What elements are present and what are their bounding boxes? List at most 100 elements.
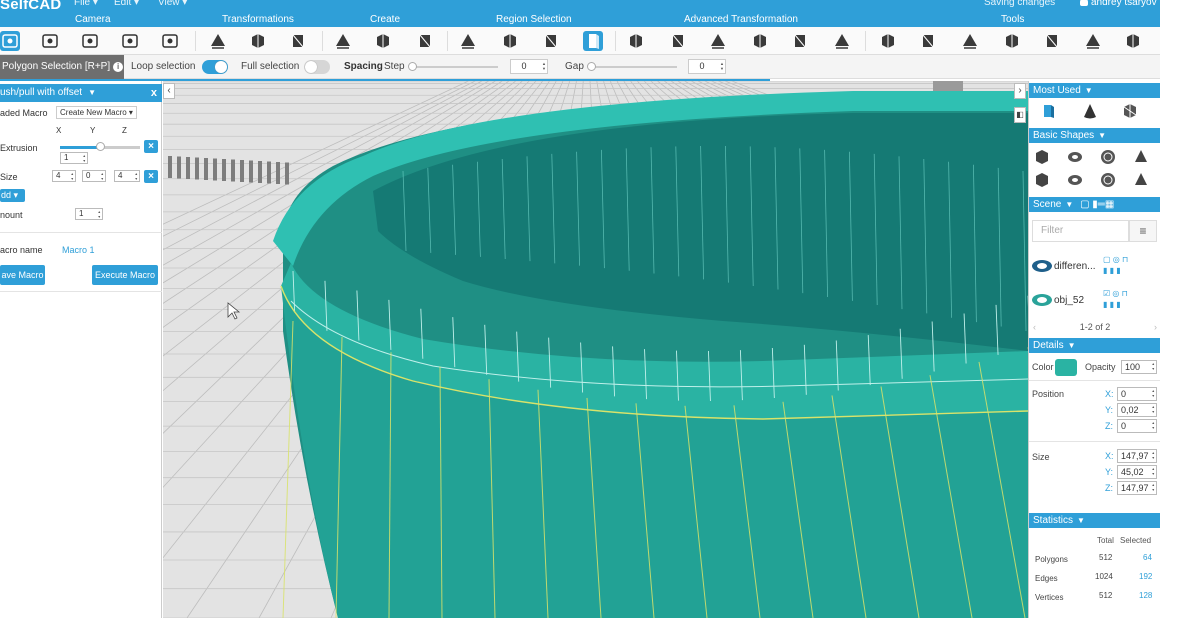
- size-y-input[interactable]: 45,02: [1117, 465, 1157, 479]
- scene-visibility-icon[interactable]: ▢ ▮═▦: [1080, 199, 1114, 210]
- camera-view-icon[interactable]: [160, 31, 180, 51]
- scene-object-row[interactable]: differen... ▢ ◎ ⊓ ▮ ▮ ▮: [1029, 250, 1161, 284]
- tool-simplify-icon[interactable]: [960, 31, 980, 51]
- scene-filter-input[interactable]: Filter: [1032, 220, 1129, 242]
- extrude-icon[interactable]: [626, 31, 646, 51]
- size-y-input[interactable]: 0: [82, 170, 106, 182]
- object-controls[interactable]: ☑ ◎ ⊓ ▮ ▮ ▮: [1103, 288, 1145, 312]
- statistics-header[interactable]: Statistics ▼: [1029, 513, 1161, 528]
- save-macro-button[interactable]: ave Macro: [0, 265, 45, 285]
- object-name[interactable]: obj_52: [1054, 295, 1084, 306]
- position-z-input[interactable]: 0: [1117, 419, 1157, 433]
- polyhedron-shape-icon[interactable]: [1132, 171, 1150, 189]
- filter-icon[interactable]: ≡: [1129, 220, 1157, 242]
- amount-input[interactable]: 1: [75, 208, 103, 220]
- menu-view[interactable]: View ▾: [158, 0, 187, 8]
- torus-shape-icon[interactable]: [1066, 148, 1084, 166]
- bend-icon[interactable]: [708, 31, 728, 51]
- taper-icon[interactable]: [750, 31, 770, 51]
- object-eye-icon[interactable]: [1032, 294, 1052, 306]
- shell-icon[interactable]: [832, 31, 852, 51]
- gap-slider-handle[interactable]: [587, 62, 596, 71]
- object-controls[interactable]: ▢ ◎ ⊓ ▮ ▮ ▮: [1103, 254, 1145, 278]
- bevel-icon[interactable]: [668, 31, 688, 51]
- twist-icon[interactable]: [790, 31, 810, 51]
- view-cube-icon[interactable]: ◧: [1014, 107, 1026, 123]
- tool-round-icon[interactable]: [1042, 31, 1062, 51]
- tool-rocket-icon[interactable]: [1123, 31, 1143, 51]
- loop-selection-toggle[interactable]: [202, 60, 228, 74]
- size-x-input[interactable]: 147,97: [1117, 449, 1157, 463]
- object-eye-icon[interactable]: [1032, 260, 1052, 272]
- add-dropdown[interactable]: dd ▾: [0, 189, 25, 202]
- scene-header[interactable]: Scene ▼ ▢ ▮═▦: [1029, 197, 1161, 212]
- tool-group-icon[interactable]: [878, 31, 898, 51]
- tool-cube-icon[interactable]: [1083, 31, 1103, 51]
- ball-shape-icon[interactable]: [1099, 171, 1117, 189]
- create-shape-icon[interactable]: [373, 31, 393, 51]
- size-x-input[interactable]: 4: [52, 170, 76, 182]
- color-swatch[interactable]: [1055, 359, 1077, 376]
- info-icon[interactable]: i: [113, 62, 124, 72]
- details-header[interactable]: Details ▼: [1029, 338, 1161, 353]
- collapse-right-panel-icon[interactable]: ›: [1014, 83, 1026, 99]
- viewport-canvas[interactable]: [163, 81, 1028, 618]
- rotate-icon[interactable]: [248, 31, 268, 51]
- boolean-icon[interactable]: [1121, 102, 1139, 120]
- tool-stitch-icon[interactable]: [918, 31, 938, 51]
- select-polygon-icon[interactable]: [541, 31, 561, 51]
- menu-edit[interactable]: Edit ▾: [114, 0, 139, 8]
- select-vertex-icon[interactable]: [583, 31, 603, 51]
- user-menu[interactable]: andrey tsaryov: [1080, 0, 1157, 8]
- size-z-input[interactable]: 4: [114, 170, 140, 182]
- gap-slider-track[interactable]: [589, 66, 677, 68]
- gap-input[interactable]: 0: [688, 59, 726, 74]
- move-icon[interactable]: [208, 31, 228, 51]
- tool-panel-title: ush/pull with offset: [0, 87, 83, 98]
- cone-icon[interactable]: [1081, 102, 1099, 120]
- camera-pan-icon[interactable]: [80, 31, 100, 51]
- step-slider-handle[interactable]: [408, 62, 417, 71]
- create-box-icon[interactable]: [333, 31, 353, 51]
- position-x-input[interactable]: 0: [1117, 387, 1157, 401]
- size-reset-button[interactable]: ×: [144, 170, 158, 183]
- close-icon[interactable]: x: [151, 84, 157, 102]
- cone-shape-icon[interactable]: [1132, 148, 1150, 166]
- step-slider-track[interactable]: [410, 66, 498, 68]
- camera-rotate-icon[interactable]: [120, 31, 140, 51]
- 3d-viewport[interactable]: ‹ › ◧: [163, 81, 1028, 618]
- object-name[interactable]: differen...: [1054, 261, 1096, 272]
- cube-icon[interactable]: [1039, 102, 1057, 120]
- position-y-input[interactable]: 0,02: [1117, 403, 1157, 417]
- pager-prev-icon[interactable]: ‹: [1033, 319, 1036, 335]
- cube-shape-icon[interactable]: [1033, 148, 1051, 166]
- menu-file[interactable]: File ▾: [74, 0, 98, 8]
- most-used-header[interactable]: Most Used ▼: [1029, 83, 1161, 98]
- basic-shapes-header[interactable]: Basic Shapes ▼: [1029, 128, 1161, 143]
- extrusion-slider-handle[interactable]: [96, 142, 105, 151]
- collapse-left-panel-icon[interactable]: ‹: [163, 83, 175, 99]
- select-edge-icon[interactable]: [500, 31, 520, 51]
- cylinder-shape-icon[interactable]: [1033, 171, 1051, 189]
- extrusion-reset-button[interactable]: ×: [144, 140, 158, 153]
- scale-icon[interactable]: [288, 31, 308, 51]
- select-face-icon[interactable]: [458, 31, 478, 51]
- camera-reset-icon[interactable]: [0, 31, 20, 51]
- sphere-shape-icon[interactable]: [1099, 148, 1117, 166]
- opacity-input[interactable]: 100: [1121, 360, 1157, 374]
- step-input[interactable]: 0: [510, 59, 548, 74]
- caret-down-icon[interactable]: ▼: [88, 84, 96, 102]
- knot-shape-icon[interactable]: [1066, 171, 1084, 189]
- camera-zoom-icon[interactable]: [40, 31, 60, 51]
- extrusion-input[interactable]: 1: [60, 152, 88, 164]
- pager-next-icon[interactable]: ›: [1154, 319, 1157, 335]
- size-z-input[interactable]: 147,97: [1117, 481, 1157, 495]
- macro-name-value[interactable]: Macro 1: [62, 245, 95, 255]
- details-divider: [1029, 380, 1161, 381]
- tool-sphere-icon[interactable]: [1002, 31, 1022, 51]
- loaded-macro-select[interactable]: Create New Macro ▾: [56, 106, 137, 119]
- scene-object-row[interactable]: obj_52 ☑ ◎ ⊓ ▮ ▮ ▮: [1029, 284, 1161, 318]
- create-sketch-icon[interactable]: [415, 31, 435, 51]
- execute-macro-button[interactable]: Execute Macro: [92, 265, 158, 285]
- full-selection-toggle[interactable]: [304, 60, 330, 74]
